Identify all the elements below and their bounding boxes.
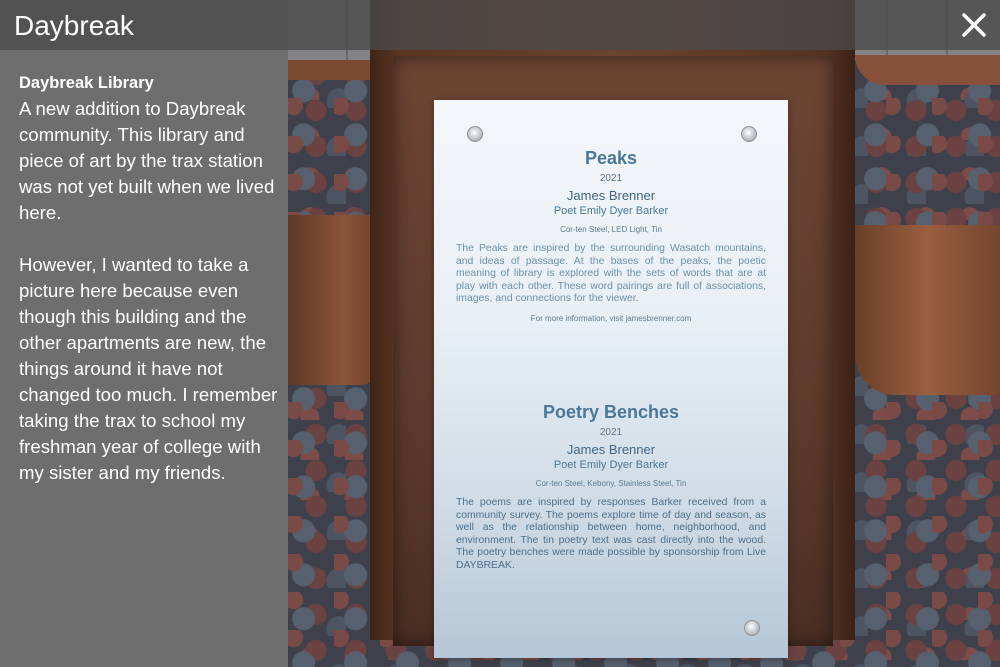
plaque-artist: James Brenner — [566, 442, 656, 457]
close-button[interactable] — [958, 8, 990, 42]
close-icon — [962, 13, 986, 37]
story-content: Daybreak Library A new addition to Daybr… — [19, 73, 281, 486]
plaque-materials: Cor-ten Steel, Kebony, Stainless Steel, … — [535, 479, 687, 488]
screw-icon — [741, 126, 757, 142]
plaque-year: 2021 — [599, 427, 623, 438]
plaque-title: Poetry Benches — [542, 402, 680, 422]
title-bar: Daybreak — [0, 0, 1000, 50]
story-paragraph: However, I wanted to take a picture here… — [19, 254, 278, 483]
planter-rim-left — [288, 60, 378, 80]
story-paragraph: A new addition to Daybreak community. Th… — [19, 98, 275, 223]
story-panel: Daybreak Library A new addition to Daybr… — [0, 0, 288, 667]
plaque-poet: Poet Emily Dyer Barker — [553, 205, 669, 217]
plaque-materials: Cor-ten Steel, LED Light, Tin — [560, 225, 662, 234]
screw-icon — [744, 620, 760, 636]
artwork-plaque: Peaks 2021 James Brenner Poet Emily Dyer… — [434, 100, 788, 658]
planter-rim-right — [855, 55, 1000, 85]
plaque-year: 2021 — [599, 173, 623, 184]
story-heading: Daybreak Library — [19, 74, 154, 92]
plaque-section-peaks: Peaks 2021 James Brenner Poet Emily Dyer… — [434, 148, 788, 323]
plaque-description: The Peaks are inspired by the surroundin… — [456, 243, 766, 305]
plaque-poet: Poet Emily Dyer Barker — [553, 459, 669, 471]
plaque-title: Peaks — [584, 148, 638, 168]
screw-icon — [467, 126, 483, 142]
plaque-section-benches: Poetry Benches 2021 James Brenner Poet E… — [434, 402, 788, 573]
plaque-artist: James Brenner — [566, 188, 656, 203]
planter-right — [855, 225, 1000, 395]
window-title: Daybreak — [14, 10, 134, 41]
planter-left — [288, 215, 380, 385]
plaque-description: The poems are inspired by responses Bark… — [456, 497, 766, 571]
plaque-link-text: For more information, visit jamesbrenner… — [530, 313, 692, 323]
